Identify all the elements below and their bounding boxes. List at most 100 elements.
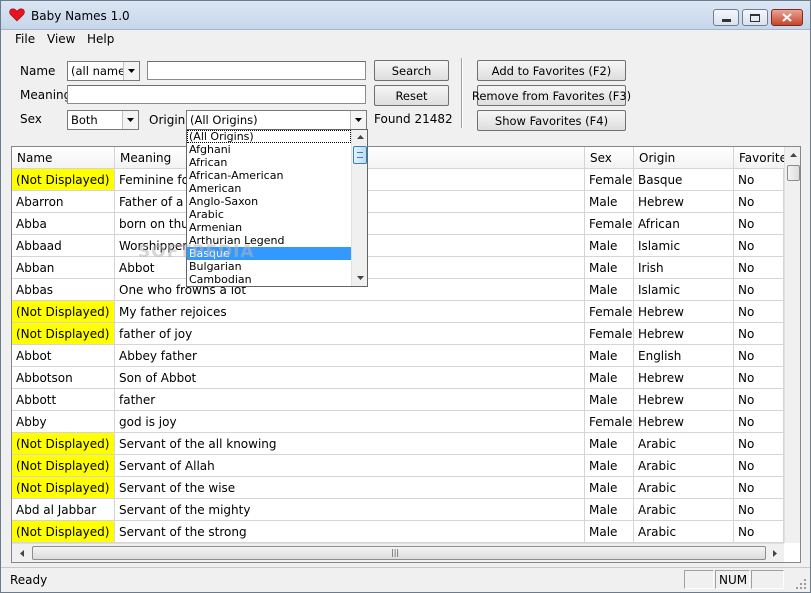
- show-favorites-button[interactable]: Show Favorites (F4): [477, 110, 626, 131]
- table-row[interactable]: (Not Displayed) Feminine for Female Basque N…: [12, 169, 784, 191]
- minimize-button[interactable]: [713, 9, 739, 26]
- scroll-right-icon[interactable]: [767, 545, 783, 561]
- origin-option[interactable]: Afghani: [187, 143, 351, 156]
- scroll-up-icon[interactable]: [352, 130, 367, 144]
- cell-origin: Arabic: [634, 477, 734, 499]
- table-row[interactable]: (Not Displayed) Servant of Allah Male Arabi…: [12, 455, 784, 477]
- table-row[interactable]: Abbot Abbey father Male English No: [12, 345, 784, 367]
- origin-option[interactable]: African-American: [187, 169, 351, 182]
- table-row[interactable]: (Not Displayed) Servant of the all knowin…: [12, 433, 784, 455]
- vertical-scroll-thumb[interactable]: [787, 165, 800, 181]
- menu-help[interactable]: Help: [84, 32, 117, 46]
- status-text: Ready: [10, 573, 48, 587]
- sex-label: Sex: [20, 112, 42, 126]
- cell-meaning: Servant of the wise: [115, 477, 585, 499]
- cell-favorite: No: [734, 521, 784, 543]
- origin-option[interactable]: Basque: [187, 247, 351, 260]
- origin-option[interactable]: American: [187, 182, 351, 195]
- cell-sex: Female: [585, 323, 634, 345]
- origin-value: (All Origins): [190, 113, 258, 127]
- cell-origin: Hebrew: [634, 191, 734, 213]
- cell-name: Abd al Jabbar: [12, 499, 115, 521]
- grip-icon: [357, 152, 363, 158]
- table-row[interactable]: Abd al Jabbar Servant of the mighty Male Ar…: [12, 499, 784, 521]
- cell-meaning: father of joy: [115, 323, 585, 345]
- status-num-indicator: NUM: [715, 570, 750, 589]
- column-header-name[interactable]: Name: [12, 147, 115, 169]
- names-table: Name Meaning Sex Origin Favorite (Not Di…: [11, 146, 801, 563]
- remove-from-favorites-button[interactable]: Remove from Favorites (F3): [472, 85, 631, 106]
- horizontal-scrollbar[interactable]: |||: [12, 543, 784, 562]
- menu-file[interactable]: File: [12, 32, 38, 46]
- scroll-down-icon[interactable]: [352, 271, 367, 285]
- table-row[interactable]: Abbott father Male Hebrew No: [12, 389, 784, 411]
- origin-option[interactable]: African: [187, 156, 351, 169]
- origin-option[interactable]: Armenian: [187, 221, 351, 234]
- maximize-button[interactable]: [742, 9, 768, 26]
- close-button[interactable]: [771, 9, 803, 26]
- meaning-search-input[interactable]: [67, 85, 366, 104]
- dropdown-scrollbar[interactable]: [351, 130, 367, 286]
- cell-name: (Not Displayed): [12, 433, 115, 455]
- origin-option[interactable]: Cambodian: [187, 273, 351, 286]
- menu-view[interactable]: View: [44, 32, 78, 46]
- cell-favorite: No: [734, 411, 784, 433]
- origin-select[interactable]: (All Origins): [186, 110, 367, 130]
- heart-icon: [9, 8, 25, 22]
- title-bar[interactable]: Baby Names 1.0: [1, 1, 810, 30]
- scroll-up-icon[interactable]: [785, 147, 800, 163]
- name-label: Name: [20, 64, 56, 78]
- cell-origin: Hebrew: [634, 367, 734, 389]
- sex-value: Both: [71, 113, 98, 127]
- cell-origin: Arabic: [634, 499, 734, 521]
- cell-sex: Male: [585, 367, 634, 389]
- origin-dropdown-list[interactable]: (All Origins) Afghani African African-Ameri…: [186, 129, 368, 287]
- table-row[interactable]: (Not Displayed) My father rejoices Female H…: [12, 301, 784, 323]
- cell-name: (Not Displayed): [12, 521, 115, 543]
- table-row[interactable]: (Not Displayed) father of joy Female Hebrew…: [12, 323, 784, 345]
- scroll-left-icon[interactable]: [14, 545, 30, 561]
- table-row[interactable]: Abby god is joy Female Hebrew No: [12, 411, 784, 433]
- table-row[interactable]: Abban Abbot Male Irish No: [12, 257, 784, 279]
- table-row[interactable]: Abbas One who frowns a lot Male Islamic No: [12, 279, 784, 301]
- cell-name: (Not Displayed): [12, 477, 115, 499]
- table-row[interactable]: Abba born on thurs Female African No: [12, 213, 784, 235]
- name-search-input[interactable]: [147, 61, 366, 80]
- cell-name: Abbotson: [12, 367, 115, 389]
- dropdown-scroll-thumb[interactable]: [353, 146, 367, 164]
- table-row[interactable]: (Not Displayed) Servant of the wise Male Ar…: [12, 477, 784, 499]
- cell-origin: Hebrew: [634, 411, 734, 433]
- sex-select[interactable]: Both: [67, 110, 139, 130]
- cell-sex: Male: [585, 279, 634, 301]
- cell-sex: Male: [585, 521, 634, 543]
- cell-meaning: Servant of the all knowing: [115, 433, 585, 455]
- table-row[interactable]: Abbotson Son of Abbot Male Hebrew No: [12, 367, 784, 389]
- origin-option[interactable]: Bulgarian: [187, 260, 351, 273]
- origin-option[interactable]: Anglo-Saxon: [187, 195, 351, 208]
- table-row[interactable]: (Not Displayed) Servant of the strong Male…: [12, 521, 784, 543]
- cell-name: Abban: [12, 257, 115, 279]
- cell-favorite: No: [734, 191, 784, 213]
- search-button[interactable]: Search: [374, 60, 449, 81]
- origin-option[interactable]: Arthurian Legend: [187, 234, 351, 247]
- column-header-sex[interactable]: Sex: [585, 147, 634, 169]
- origin-option[interactable]: Arabic: [187, 208, 351, 221]
- cell-origin: Arabic: [634, 521, 734, 543]
- resize-grip-icon[interactable]: [795, 578, 807, 590]
- vertical-scrollbar[interactable]: [784, 147, 800, 543]
- search-button-label: Search: [391, 63, 432, 78]
- add-to-favorites-button[interactable]: Add to Favorites (F2): [477, 60, 626, 81]
- column-header-origin[interactable]: Origin: [634, 147, 734, 169]
- cell-name: (Not Displayed): [12, 323, 115, 345]
- cell-favorite: No: [734, 389, 784, 411]
- close-icon: [782, 13, 792, 22]
- app-window: Baby Names 1.0 File View Help Name (all …: [0, 0, 811, 593]
- table-row[interactable]: Abbaad Worshipper Male Islamic No: [12, 235, 784, 257]
- table-row[interactable]: Abarron Father of a m Male Hebrew No: [12, 191, 784, 213]
- cell-sex: Female: [585, 169, 634, 191]
- horizontal-scroll-thumb[interactable]: |||: [32, 546, 766, 560]
- name-mode-select[interactable]: (all names): [67, 61, 140, 81]
- reset-button[interactable]: Reset: [374, 85, 449, 106]
- maximize-icon: [750, 13, 760, 22]
- origin-option[interactable]: (All Origins): [187, 130, 351, 143]
